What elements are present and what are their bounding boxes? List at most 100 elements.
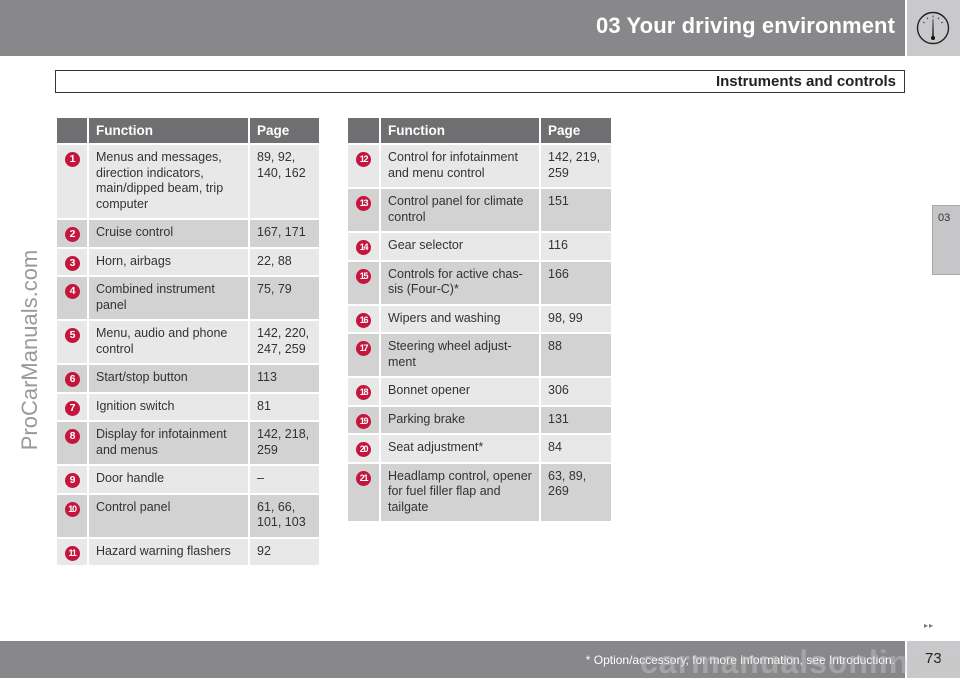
header-page: Page bbox=[248, 118, 319, 143]
header-function: Function bbox=[379, 118, 539, 143]
chapter-side-tab[interactable]: 03 bbox=[932, 205, 960, 275]
callout-number-badge-icon: 6 bbox=[64, 372, 80, 387]
row-number-cell: 18 bbox=[348, 378, 379, 405]
page-reference-cell: 142, 220, 247, 259 bbox=[248, 321, 319, 363]
row-number-cell: 4 bbox=[57, 277, 87, 319]
table-header-row: Function Page bbox=[57, 118, 319, 143]
table-row: 12 Control for infotainment and menu cont… bbox=[348, 145, 611, 187]
table-row: 18 Bonnet opener 306 bbox=[348, 378, 611, 405]
watermark-procarmanuals: ProCarManuals.com bbox=[17, 249, 42, 451]
function-cell: Ignition switch bbox=[87, 393, 248, 420]
speedometer-gauge-icon bbox=[916, 11, 950, 45]
table-row: 8 Display for infotainment and menus 142, … bbox=[57, 422, 319, 464]
row-number-cell: 16 bbox=[348, 305, 379, 332]
page-reference-cell: 63, 89, 269 bbox=[539, 463, 611, 521]
table-row: 7 Ignition switch 81 bbox=[57, 393, 319, 420]
table-row: 16 Wipers and washing 98, 99 bbox=[348, 305, 611, 332]
function-cell: Cruise control bbox=[87, 220, 248, 247]
function-cell: Door handle bbox=[87, 466, 248, 493]
function-cell: Hazard warning flashers bbox=[87, 538, 248, 565]
callout-number-badge-icon: 20 bbox=[356, 442, 371, 457]
function-cell: Combined instrument panel bbox=[87, 277, 248, 319]
function-cell: Parking brake bbox=[379, 406, 539, 433]
table-row: 10 Control panel 61, 66, 101, 103 bbox=[57, 494, 319, 537]
chapter-icon-box bbox=[907, 0, 960, 56]
section-subtitle-box: Instruments and controls bbox=[55, 70, 905, 93]
row-number-cell: 21 bbox=[348, 463, 379, 521]
callout-number-badge-icon: 8 bbox=[64, 429, 80, 444]
function-cell: Horn, airbags bbox=[87, 248, 248, 275]
header-number bbox=[348, 118, 379, 143]
row-number-cell: 7 bbox=[57, 393, 87, 420]
callout-number-badge-icon: 10 bbox=[64, 501, 80, 517]
page-reference-cell: 131 bbox=[539, 406, 611, 433]
page-reference-cell: 167, 171 bbox=[248, 220, 319, 247]
function-cell: Menus and messages, direction indicators… bbox=[87, 145, 248, 218]
function-cell: Gear selector bbox=[379, 233, 539, 260]
function-cell: Start/stop button bbox=[87, 365, 248, 392]
table-row: 2 Cruise control 167, 171 bbox=[57, 220, 319, 247]
page-reference-cell: 61, 66, 101, 103 bbox=[248, 494, 319, 537]
callout-number-badge-icon: 13 bbox=[356, 196, 371, 211]
callout-number-badge-icon: 18 bbox=[356, 385, 371, 400]
row-number-cell: 9 bbox=[57, 466, 87, 493]
function-cell: Bonnet opener bbox=[379, 378, 539, 405]
row-number-cell: 13 bbox=[348, 189, 379, 231]
callout-number-badge-icon: 16 bbox=[356, 312, 371, 328]
functions-table-right: Function Page 12 Control for infotainment… bbox=[348, 116, 611, 523]
page-reference-cell: 98, 99 bbox=[539, 305, 611, 332]
page-reference-cell: 151 bbox=[539, 189, 611, 231]
watermark-carmanualsonline: carmanualsonline.info bbox=[640, 644, 960, 680]
page-reference-cell: – bbox=[248, 466, 319, 493]
callout-number-badge-icon: 5 bbox=[64, 328, 80, 343]
row-number-cell: 5 bbox=[57, 321, 87, 363]
page-reference-cell: 142, 219, 259 bbox=[539, 145, 611, 187]
row-number-cell: 17 bbox=[348, 334, 379, 376]
table-row: 19 Parking brake 131 bbox=[348, 406, 611, 433]
table-row: 9 Door handle – bbox=[57, 466, 319, 493]
callout-number-badge-icon: 3 bbox=[64, 255, 80, 271]
table-row: 4 Combined instrument panel 75, 79 bbox=[57, 277, 319, 319]
table-row: 17 Steering wheel adjust-ment 88 bbox=[348, 334, 611, 376]
table-row: 1 Menus and messages, direction indicator… bbox=[57, 145, 319, 218]
page-reference-cell: 89, 92, 140, 162 bbox=[248, 145, 319, 218]
page-reference-cell: 142, 218, 259 bbox=[248, 422, 319, 464]
row-number-cell: 12 bbox=[348, 145, 379, 187]
function-cell: Display for infotainment and menus bbox=[87, 422, 248, 464]
header-number bbox=[57, 118, 87, 143]
page-reference-cell: 75, 79 bbox=[248, 277, 319, 319]
row-number-cell: 14 bbox=[348, 233, 379, 260]
table-row: 11 Hazard warning flashers 92 bbox=[57, 538, 319, 565]
row-number-cell: 2 bbox=[57, 220, 87, 247]
row-number-cell: 3 bbox=[57, 248, 87, 275]
page-reference-cell: 88 bbox=[539, 334, 611, 376]
row-number-cell: 15 bbox=[348, 261, 379, 304]
section-subtitle: Instruments and controls bbox=[715, 73, 896, 90]
function-cell: Controls for active chas-sis (Four-C)* bbox=[379, 261, 539, 304]
function-cell: Control panel for climate control bbox=[379, 189, 539, 231]
chapter-side-tab-label: 03 bbox=[938, 212, 951, 224]
callout-number-badge-icon: 11 bbox=[64, 545, 80, 561]
function-cell: Control for infotainment and menu contro… bbox=[379, 145, 539, 187]
functions-table-left: Function Page 1 Menus and messages, direc… bbox=[57, 116, 319, 567]
header-page: Page bbox=[539, 118, 611, 143]
callout-number-badge-icon: 9 bbox=[64, 473, 80, 488]
row-number-cell: 20 bbox=[348, 435, 379, 462]
page-reference-cell: 113 bbox=[248, 365, 319, 392]
function-cell: Headlamp control, opener for fuel filler… bbox=[379, 463, 539, 521]
continue-arrows-icon: ▸▸ bbox=[924, 621, 935, 630]
page-reference-cell: 84 bbox=[539, 435, 611, 462]
page-reference-cell: 22, 88 bbox=[248, 248, 319, 275]
chapter-title: 03 Your driving environment bbox=[596, 13, 895, 38]
row-number-cell: 11 bbox=[57, 538, 87, 565]
page-reference-cell: 306 bbox=[539, 378, 611, 405]
callout-number-badge-icon: 15 bbox=[356, 268, 371, 284]
callout-number-badge-icon: 17 bbox=[356, 341, 371, 356]
table-row: 21 Headlamp control, opener for fuel fill… bbox=[348, 463, 611, 521]
callout-number-badge-icon: 4 bbox=[64, 284, 80, 299]
function-cell: Steering wheel adjust-ment bbox=[379, 334, 539, 376]
page-reference-cell: 116 bbox=[539, 233, 611, 260]
table-row: 5 Menu, audio and phone control 142, 220, … bbox=[57, 321, 319, 363]
function-cell: Menu, audio and phone control bbox=[87, 321, 248, 363]
row-number-cell: 10 bbox=[57, 494, 87, 537]
